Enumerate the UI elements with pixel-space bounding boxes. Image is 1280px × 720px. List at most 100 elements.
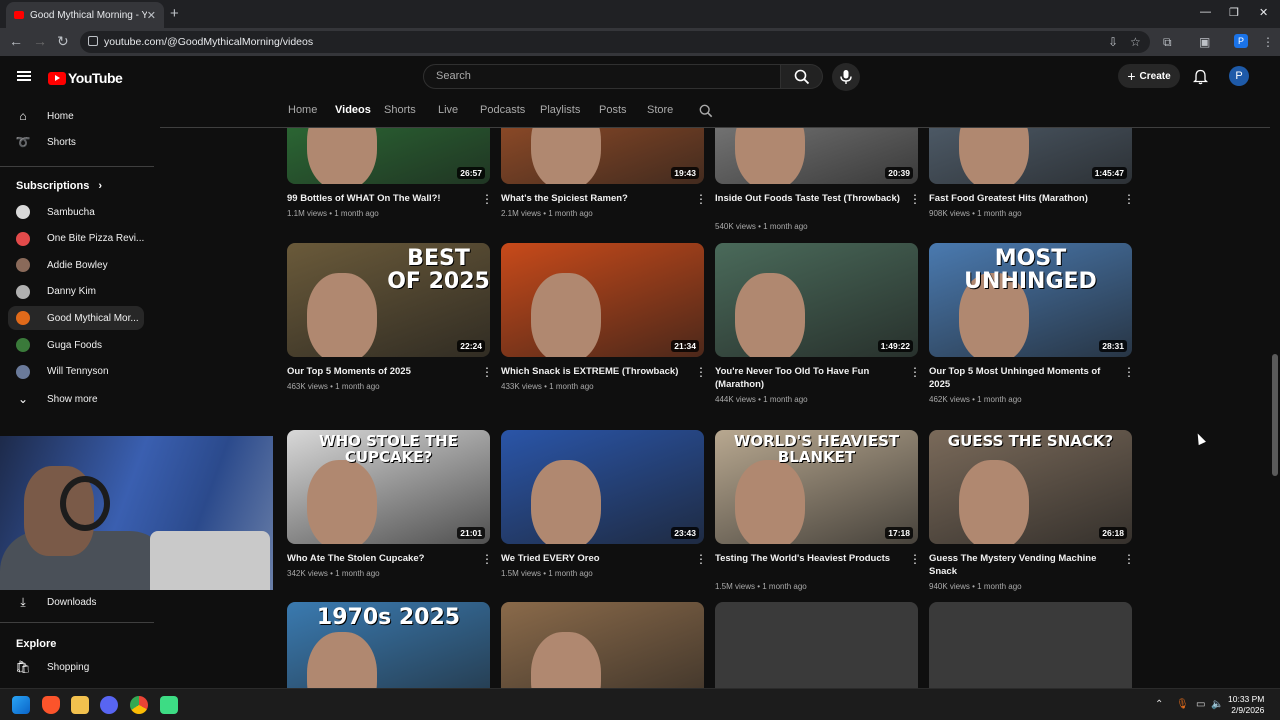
forward-button[interactable]: → bbox=[33, 33, 47, 49]
show-hidden-icons-icon[interactable]: ⌃ bbox=[1155, 699, 1163, 710]
sidebar-item-label: Home bbox=[47, 110, 74, 122]
new-tab-button[interactable]: + bbox=[170, 5, 179, 22]
video-title[interactable]: Testing The World's Heaviest Products bbox=[715, 552, 900, 565]
video-more-options-icon[interactable] bbox=[481, 365, 493, 379]
search-icon bbox=[794, 69, 810, 85]
volume-icon[interactable]: 🔈 bbox=[1211, 699, 1223, 710]
thumbnail-host-face bbox=[307, 632, 377, 688]
video-title[interactable]: Inside Out Foods Taste Test (Throwback) bbox=[715, 192, 900, 205]
video-title[interactable]: You're Never Too Old To Have Fun (Marath… bbox=[715, 365, 900, 391]
video-more-options-icon[interactable] bbox=[1123, 365, 1135, 379]
close-window-button[interactable]: ✕ bbox=[1259, 6, 1268, 19]
video-thumbnail[interactable] bbox=[715, 602, 918, 688]
video-title[interactable]: Our Top 5 Moments of 2025 bbox=[287, 365, 472, 378]
tab-store[interactable]: Store bbox=[647, 104, 673, 116]
video-thumbnail[interactable]: GUESS THE SNACK? 26:18 bbox=[929, 430, 1132, 544]
video-more-options-icon[interactable] bbox=[1123, 552, 1135, 566]
reload-button[interactable]: ↻ bbox=[57, 33, 69, 50]
system-clock[interactable]: 10:33 PM 2/9/2026 bbox=[1228, 694, 1264, 716]
brave-browser-icon[interactable] bbox=[42, 696, 60, 714]
voice-search-button[interactable] bbox=[832, 63, 860, 91]
scrollbar-thumb[interactable] bbox=[1272, 354, 1278, 476]
video-thumbnail[interactable]: BEST OF 2025 22:24 bbox=[287, 243, 490, 357]
address-bar[interactable]: youtube.com/@GoodMythicalMorning/videos bbox=[80, 31, 1150, 53]
channel-search-icon[interactable] bbox=[699, 104, 713, 118]
video-thumbnail[interactable]: WHO STOLE THE CUPCAKE? 21:01 bbox=[287, 430, 490, 544]
video-thumbnail[interactable]: 23:43 bbox=[501, 430, 704, 544]
menu-icon[interactable] bbox=[17, 71, 31, 81]
browser-menu-icon[interactable]: ⋮ bbox=[1262, 35, 1274, 49]
video-metadata: 940K views • 1 month ago bbox=[929, 582, 1022, 591]
video-thumbnail[interactable]: MOST UNHINGED 28:31 bbox=[929, 243, 1132, 357]
restore-button[interactable]: ❐ bbox=[1229, 6, 1239, 19]
windows-start-icon[interactable] bbox=[12, 696, 30, 714]
video-more-options-icon[interactable] bbox=[909, 365, 921, 379]
thumbnail-text: 1970s 2025 bbox=[316, 605, 461, 630]
sidebar-item-home[interactable]: ⌂ Home bbox=[8, 104, 144, 128]
video-title[interactable]: Our Top 5 Most Unhinged Moments of 2025 bbox=[929, 365, 1114, 391]
video-title[interactable]: We Tried EVERY Oreo bbox=[501, 552, 686, 565]
video-grid: 26:57 99 Bottles of WHAT On The Wall?! 1.1… bbox=[0, 128, 1270, 688]
create-label: Create bbox=[1139, 70, 1171, 82]
account-avatar[interactable]: P bbox=[1229, 66, 1249, 86]
youtube-logo[interactable]: YouTube bbox=[48, 70, 123, 86]
video-more-options-icon[interactable] bbox=[909, 552, 921, 566]
video-thumbnail[interactable] bbox=[501, 602, 704, 688]
browser-tab[interactable]: Good Mythical Morning - YouTube ✕ bbox=[6, 2, 164, 28]
video-thumbnail[interactable]: 1:49:22 bbox=[715, 243, 918, 357]
video-thumbnail[interactable] bbox=[929, 602, 1132, 688]
tab-podcasts[interactable]: Podcasts bbox=[480, 104, 525, 116]
video-thumbnail[interactable]: 20:39 bbox=[715, 128, 918, 184]
thumbnail-host-face bbox=[307, 128, 377, 184]
video-metadata: 1.5M views • 1 month ago bbox=[715, 582, 807, 591]
site-info-icon[interactable] bbox=[88, 36, 98, 46]
video-more-options-icon[interactable] bbox=[695, 552, 707, 566]
microphone-tray-icon[interactable]: 🎙 bbox=[1176, 699, 1189, 710]
video-title[interactable]: Who Ate The Stolen Cupcake? bbox=[287, 552, 472, 565]
video-title[interactable]: Guess The Mystery Vending Machine Snack bbox=[929, 552, 1114, 578]
video-thumbnail[interactable]: 19:43 bbox=[501, 128, 704, 184]
video-duration-badge: 1:49:22 bbox=[877, 340, 913, 352]
video-thumbnail[interactable]: WORLD'S HEAVIEST BLANKET 17:18 bbox=[715, 430, 918, 544]
video-more-options-icon[interactable] bbox=[481, 552, 493, 566]
create-button[interactable]: + Create bbox=[1118, 64, 1180, 88]
android-app-icon[interactable] bbox=[160, 696, 178, 714]
video-more-options-icon[interactable] bbox=[909, 192, 921, 206]
browser-profile-button[interactable]: P bbox=[1234, 34, 1248, 48]
tab-home[interactable]: Home bbox=[288, 104, 317, 116]
thumbnail-host-face bbox=[735, 273, 805, 357]
video-title[interactable]: Fast Food Greatest Hits (Marathon) bbox=[929, 192, 1114, 205]
close-tab-icon[interactable]: ✕ bbox=[147, 9, 156, 22]
tab-live[interactable]: Live bbox=[438, 104, 458, 116]
network-icon[interactable]: ▭ bbox=[1196, 699, 1205, 710]
split-view-icon[interactable]: ▣ bbox=[1199, 35, 1210, 49]
bookmark-star-icon[interactable]: ☆ bbox=[1130, 35, 1141, 49]
chrome-icon[interactable] bbox=[130, 696, 148, 714]
channel-tabs: Home Videos Shorts Live Podcasts Playlists Pos… bbox=[160, 96, 1270, 128]
tab-shorts[interactable]: Shorts bbox=[384, 104, 416, 116]
video-more-options-icon[interactable] bbox=[695, 192, 707, 206]
video-title[interactable]: What's the Spiciest Ramen? bbox=[501, 192, 686, 205]
video-thumbnail[interactable]: 1:45:47 bbox=[929, 128, 1132, 184]
video-thumbnail[interactable]: 26:57 bbox=[287, 128, 490, 184]
search-button[interactable] bbox=[781, 64, 823, 89]
tab-posts[interactable]: Posts bbox=[599, 104, 627, 116]
discord-icon[interactable] bbox=[100, 696, 118, 714]
video-title[interactable]: 99 Bottles of WHAT On The Wall?! bbox=[287, 192, 472, 205]
video-duration-badge: 23:43 bbox=[671, 527, 699, 539]
back-button[interactable]: ← bbox=[9, 33, 23, 49]
video-more-options-icon[interactable] bbox=[695, 365, 707, 379]
tab-playlists[interactable]: Playlists bbox=[540, 104, 580, 116]
tab-videos[interactable]: Videos bbox=[335, 104, 371, 116]
install-app-icon[interactable]: ⇩ bbox=[1108, 35, 1118, 49]
video-more-options-icon[interactable] bbox=[481, 192, 493, 206]
extensions-icon[interactable]: ⧉ bbox=[1163, 35, 1172, 50]
video-more-options-icon[interactable] bbox=[1123, 192, 1135, 206]
file-explorer-icon[interactable] bbox=[71, 696, 89, 714]
video-thumbnail[interactable]: 1970s 2025 bbox=[287, 602, 490, 688]
minimize-button[interactable]: — bbox=[1200, 6, 1211, 18]
video-thumbnail[interactable]: 21:34 bbox=[501, 243, 704, 357]
video-title[interactable]: Which Snack is EXTREME (Throwback) bbox=[501, 365, 686, 378]
notifications-bell-icon[interactable] bbox=[1193, 69, 1208, 85]
search-input[interactable]: Search bbox=[423, 64, 781, 89]
